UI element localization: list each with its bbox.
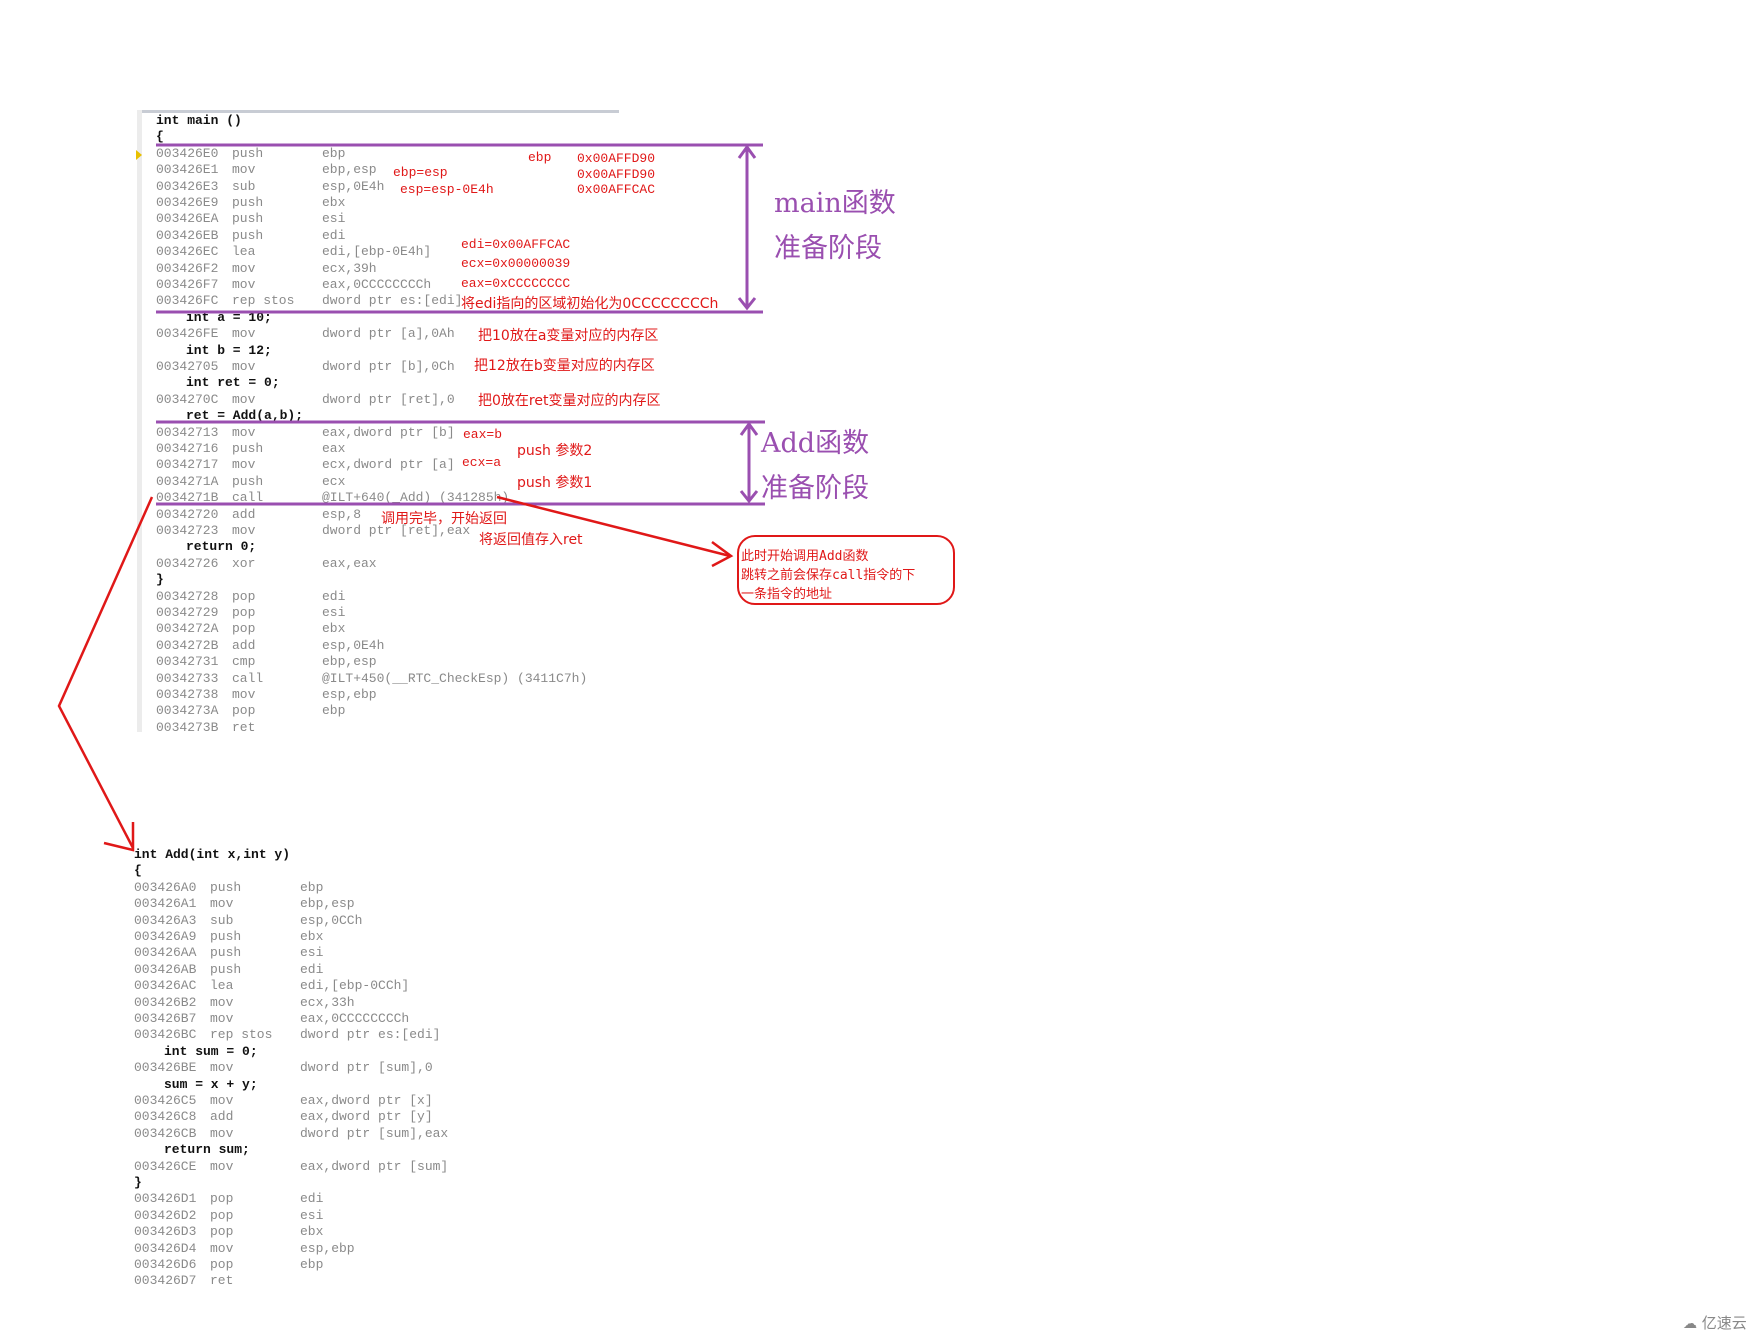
note-ebp-value-2: 0x00AFFD90	[577, 167, 656, 182]
note-ecx-a: ecx=a	[462, 455, 502, 470]
watermark-text: 亿速云	[1701, 1314, 1747, 1332]
note-esp-sub: esp=esp-0E4h	[400, 182, 494, 197]
note-rep-stos: 将edi指向的区域初始化为0CCCCCCCCh	[461, 296, 719, 312]
note-store-ret: 把0放在ret变量对应的内存区	[478, 393, 661, 409]
call-callout: 此时开始调用Add函数 跳转之前会保存call指令的下 一条指令的地址	[737, 535, 955, 605]
note-ebp-label: ebp	[528, 150, 552, 165]
note-eax-b: eax=b	[463, 427, 503, 442]
note-push-arg2: push 参数2	[517, 443, 593, 459]
add-phase-label-2: 准备阶段	[761, 473, 869, 504]
note-ebp-eq-esp: ebp=esp	[393, 165, 448, 180]
note-store-result: 将返回值存入ret	[479, 532, 583, 548]
note-ecx-value: ecx=0x00000039	[461, 256, 571, 271]
cloud-icon: ☁	[1683, 1316, 1697, 1332]
arrowhead-down-icon	[103, 822, 135, 852]
main-phase-label-1: main函数	[774, 188, 896, 219]
jump-to-add-arrow	[57, 496, 154, 849]
callout-line-2: 跳转之前会保存call指令的下	[741, 568, 916, 583]
main-phase-label-2: 准备阶段	[774, 233, 882, 264]
note-store-b: 把12放在b变量对应的内存区	[474, 358, 655, 374]
callout-line-3: 一条指令的地址	[741, 587, 833, 602]
note-edi-value: edi=0x00AFFCAC	[461, 237, 571, 252]
watermark-logo: ☁ 亿速云	[1683, 1312, 1747, 1333]
note-eax-value: eax=0xCCCCCCCC	[461, 276, 571, 291]
note-push-arg1: push 参数1	[517, 475, 593, 491]
note-store-a: 把10放在a变量对应的内存区	[478, 328, 659, 344]
note-esp-value: 0x00AFFCAC	[577, 182, 656, 197]
note-ebp-value-1: 0x00AFFD90	[577, 151, 656, 166]
callout-line-1: 此时开始调用Add函数	[741, 549, 869, 564]
add-phase-label-1: Add函数	[761, 428, 870, 459]
note-call-done: 调用完毕，开始返回	[381, 511, 507, 527]
